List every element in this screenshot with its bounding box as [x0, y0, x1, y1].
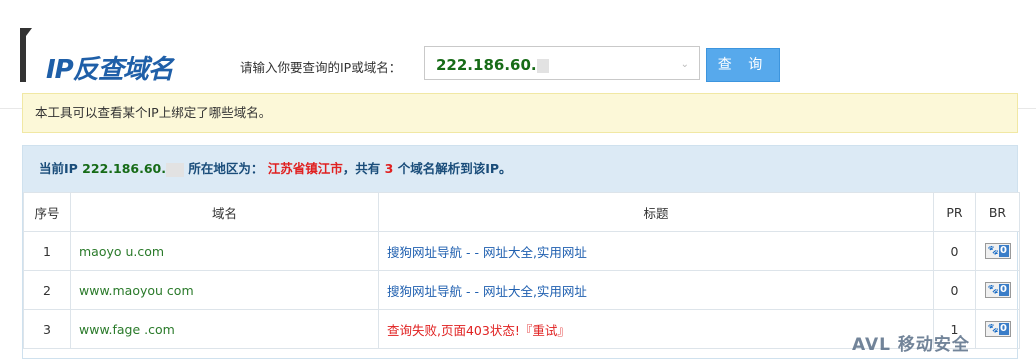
row-br-value: 0 — [998, 245, 1009, 258]
row-domain-link[interactable]: www.fage .com — [70, 309, 379, 349]
table-header-row: 序号 域名 标题 PR BR — [23, 192, 1020, 232]
row-title-link[interactable]: 查询失败,页面403状态!『重试』 — [378, 309, 934, 349]
row-br[interactable]: 🐾 0 — [975, 231, 1020, 271]
summary-ip: 222.186.60. — [82, 161, 184, 177]
watermark: AVL 移动安全 — [852, 335, 970, 355]
col-header-br: BR — [975, 192, 1020, 232]
col-header-num: 序号 — [23, 192, 71, 232]
row-pr: 0 — [933, 231, 976, 271]
query-button[interactable]: 查 询 — [706, 48, 780, 82]
search-input[interactable]: 222.186.60. ⌄ — [424, 46, 700, 80]
row-num: 1 — [23, 231, 71, 271]
row-br[interactable]: 🐾 0 — [975, 309, 1020, 349]
col-header-title: 标题 — [378, 192, 934, 232]
table-row: 1 maoyo u.com 搜狗网址导航 - - 网址大全,实用网址 0 🐾 0 — [23, 231, 1020, 271]
table-row: 2 www.maoyou com 搜狗网址导航 - - 网址大全,实用网址 0 🐾 0 — [23, 270, 1020, 310]
row-pr: 0 — [933, 270, 976, 310]
summary-prefix: 当前IP — [39, 161, 78, 176]
summary-region-label: 所在地区为： — [188, 161, 264, 176]
summary-region: 江苏省镇江市 — [267, 161, 343, 176]
summary-count-suffix: 个域名解析到该IP。 — [397, 161, 512, 176]
row-domain-link[interactable]: maoyo u.com — [70, 231, 379, 271]
baidu-rank-icon[interactable]: 🐾 0 — [984, 321, 1011, 338]
page-title: IP反查域名 — [46, 55, 174, 85]
summary-count-prefix: ，共有 — [342, 161, 381, 176]
col-header-pr: PR — [933, 192, 976, 232]
row-title-link[interactable]: 搜狗网址导航 - - 网址大全,实用网址 — [378, 270, 934, 310]
row-br[interactable]: 🐾 0 — [975, 270, 1020, 310]
chevron-down-icon[interactable]: ⌄ — [681, 59, 689, 70]
row-title-link[interactable]: 搜狗网址导航 - - 网址大全,实用网址 — [378, 231, 934, 271]
row-br-value: 0 — [998, 284, 1009, 297]
row-br-value: 0 — [998, 323, 1009, 336]
result-panel: 当前IP 222.186.60. 所在地区为： 江苏省镇江市，共有 3 个域名解… — [22, 145, 1020, 359]
summary-count: 3 — [384, 161, 394, 176]
domain-table: 序号 域名 标题 PR BR 1 maoyo u.com 搜狗网址导航 - - 网址… — [23, 192, 1020, 349]
row-num: 3 — [23, 309, 71, 349]
search-prompt: 请输入你要查询的IP或域名： — [240, 60, 402, 75]
search-input-value[interactable]: 222.186.60. — [436, 56, 549, 74]
col-header-domain: 域名 — [70, 192, 379, 232]
baidu-rank-icon[interactable]: 🐾 0 — [984, 282, 1011, 299]
result-summary: 当前IP 222.186.60. 所在地区为： 江苏省镇江市，共有 3 个域名解… — [23, 146, 1017, 192]
row-domain-link[interactable]: www.maoyou com — [70, 270, 379, 310]
notice-banner: 本工具可以查看某个IP上绑定了哪些域名。 — [22, 93, 1018, 133]
brand-bar-icon — [20, 28, 32, 82]
baidu-rank-icon[interactable]: 🐾 0 — [984, 243, 1011, 260]
row-num: 2 — [23, 270, 71, 310]
